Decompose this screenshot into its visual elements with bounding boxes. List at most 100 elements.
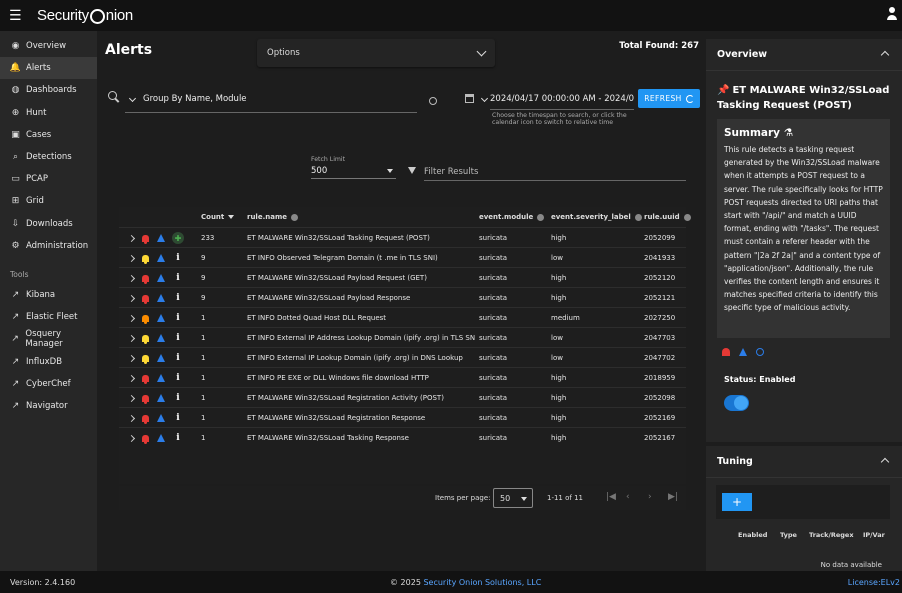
cell-severity[interactable]: low	[551, 248, 563, 268]
cell-uuid[interactable]: 2041933	[644, 248, 675, 268]
cell-module[interactable]: suricata	[479, 288, 507, 308]
cell-uuid[interactable]: 2027250	[644, 308, 675, 328]
query-input[interactable]: Group By Name, Module	[125, 86, 417, 113]
cell-module[interactable]: suricata	[479, 308, 507, 328]
info-icon[interactable]: i	[172, 408, 184, 428]
bell-icon[interactable]	[142, 428, 149, 448]
expand-row-icon[interactable]	[129, 268, 137, 288]
cell-uuid[interactable]: 2052099	[644, 228, 675, 248]
info-icon[interactable]: i	[172, 368, 184, 388]
tuning-col-enabled[interactable]: Enabled	[738, 531, 767, 539]
tuning-header[interactable]: Tuning	[706, 446, 902, 478]
column-options-icon[interactable]	[537, 213, 545, 221]
sidebar-tool-navigator[interactable]: ↗ Navigator	[0, 395, 97, 417]
cell-uuid[interactable]: 2052098	[644, 388, 675, 408]
cell-severity[interactable]: low	[551, 328, 563, 348]
warning-icon[interactable]	[157, 348, 165, 368]
cell-rule-name[interactable]: ET INFO External IP Address Lookup Domai…	[247, 328, 475, 348]
sidebar-tool-elastic-fleet[interactable]: ↗ Elastic Fleet	[0, 306, 97, 328]
fetch-limit-select[interactable]: 500	[311, 164, 396, 179]
reset-query-icon[interactable]	[429, 97, 437, 105]
cell-severity[interactable]: high	[551, 368, 566, 388]
info-icon[interactable]: i	[172, 328, 184, 348]
hamburger-menu-icon[interactable]: ☰	[9, 8, 27, 24]
sidebar-item-dashboards[interactable]: ◍ Dashboards	[0, 79, 97, 101]
cell-module[interactable]: suricata	[479, 268, 507, 288]
cell-rule-name[interactable]: ET INFO External IP Lookup Domain (ipify…	[247, 348, 475, 368]
cell-severity[interactable]: high	[551, 388, 566, 408]
warning-icon[interactable]	[157, 288, 165, 308]
column-options-icon[interactable]	[634, 213, 642, 221]
magnify-icon[interactable]	[756, 348, 764, 356]
refresh-button[interactable]: REFRESH	[638, 89, 700, 108]
cell-severity[interactable]: high	[551, 228, 566, 248]
table-row[interactable]: i 1 ET INFO PE EXE or DLL Windows file dow…	[119, 367, 686, 387]
prev-page-icon[interactable]: ‹	[626, 492, 630, 502]
expand-row-icon[interactable]	[129, 388, 137, 408]
cell-severity[interactable]: high	[551, 428, 566, 448]
cell-severity[interactable]: high	[551, 288, 566, 308]
license-link[interactable]: License:ELv2	[848, 578, 900, 587]
expand-row-icon[interactable]	[129, 368, 137, 388]
cell-rule-name[interactable]: ET INFO Dotted Quad Host DLL Request	[247, 308, 475, 328]
cell-uuid[interactable]: 2047703	[644, 328, 675, 348]
options-dropdown[interactable]: Options	[257, 39, 495, 67]
sidebar-item-alerts[interactable]: 🔔 Alerts	[0, 57, 97, 80]
table-row[interactable]: i 1 ET MALWARE Win32/SSLoad Registration R…	[119, 407, 686, 427]
cell-module[interactable]: suricata	[479, 408, 507, 428]
sidebar-item-downloads[interactable]: ⇩ Downloads	[0, 213, 97, 235]
add-tuning-button[interactable]: +	[722, 493, 752, 511]
info-icon[interactable]: i	[172, 248, 184, 268]
expand-row-icon[interactable]	[129, 328, 137, 348]
table-row[interactable]: ✚ 233 ET MALWARE Win32/SSLoad Tasking Requ…	[119, 227, 686, 247]
last-page-icon[interactable]: ▶|	[668, 492, 678, 502]
warning-icon[interactable]	[157, 268, 165, 288]
info-icon[interactable]: i	[172, 288, 184, 308]
bell-icon[interactable]	[722, 348, 730, 356]
filter-results-input[interactable]: Filter Results	[424, 163, 686, 181]
warning-icon[interactable]	[157, 228, 165, 248]
warning-icon[interactable]	[157, 388, 165, 408]
app-logo[interactable]: Security nion	[37, 7, 133, 24]
bell-icon[interactable]	[142, 308, 149, 328]
sidebar-item-cases[interactable]: ▣ Cases	[0, 124, 97, 146]
cell-uuid[interactable]: 2047702	[644, 348, 675, 368]
info-icon[interactable]: i	[172, 268, 184, 288]
bell-icon[interactable]	[142, 408, 149, 428]
expand-row-icon[interactable]	[129, 348, 137, 368]
cell-uuid[interactable]: 2052121	[644, 288, 675, 308]
cell-module[interactable]: suricata	[479, 348, 507, 368]
info-icon[interactable]: i	[172, 308, 184, 328]
table-row[interactable]: i 1 ET INFO External IP Lookup Domain (ipi…	[119, 347, 686, 367]
sidebar-tool-cyberchef[interactable]: ↗ CyberChef	[0, 373, 97, 395]
sidebar-item-hunt[interactable]: ⊕ Hunt	[0, 102, 97, 124]
sidebar-item-detections[interactable]: ⌕ Detections	[0, 146, 97, 168]
chevron-up-icon[interactable]	[880, 457, 890, 466]
warning-icon[interactable]	[157, 328, 165, 348]
cell-uuid[interactable]: 2052169	[644, 408, 675, 428]
warning-icon[interactable]	[157, 368, 165, 388]
cell-severity[interactable]: medium	[551, 308, 580, 328]
expand-row-icon[interactable]	[129, 288, 137, 308]
table-row[interactable]: i 1 ET INFO External IP Address Lookup Dom…	[119, 327, 686, 347]
expand-row-icon[interactable]	[129, 308, 137, 328]
expand-row-icon[interactable]	[129, 248, 137, 268]
cell-uuid[interactable]: 2018959	[644, 368, 675, 388]
tuning-col-track-regex[interactable]: Track/Regex	[809, 531, 854, 539]
cell-severity[interactable]: high	[551, 408, 566, 428]
table-row[interactable]: i 1 ET MALWARE Win32/SSLoad Registration A…	[119, 387, 686, 407]
table-row[interactable]: i 1 ET MALWARE Win32/SSLoad Tasking Respon…	[119, 427, 686, 447]
expand-row-icon[interactable]	[129, 408, 137, 428]
tuning-col-ip-var[interactable]: IP/Var	[863, 531, 885, 539]
info-icon[interactable]: i	[172, 428, 184, 448]
tuning-col-type[interactable]: Type	[780, 531, 797, 539]
cell-severity[interactable]: high	[551, 268, 566, 288]
items-per-page-select[interactable]: 50	[493, 488, 533, 508]
cell-module[interactable]: suricata	[479, 428, 507, 448]
bell-icon[interactable]	[142, 288, 149, 308]
col-header-count[interactable]: Count	[201, 207, 235, 227]
calendar-icon[interactable]	[465, 94, 474, 103]
cell-rule-name[interactable]: ET MALWARE Win32/SSLoad Payload Request …	[247, 268, 475, 288]
column-options-icon[interactable]	[291, 213, 298, 221]
table-row[interactable]: i 9 ET MALWARE Win32/SSLoad Payload Respon…	[119, 287, 686, 307]
